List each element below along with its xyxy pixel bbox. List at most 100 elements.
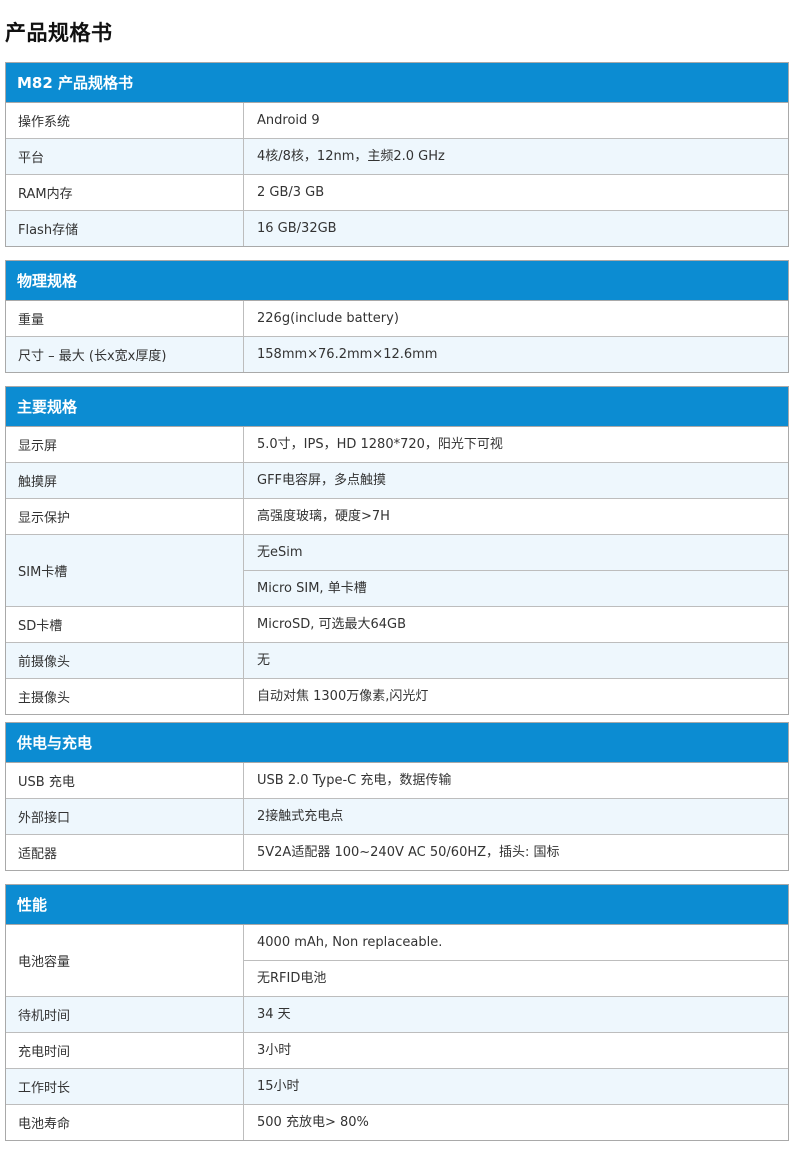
section-header: M82 产品规格书 bbox=[6, 63, 788, 103]
spec-label: 显示屏 bbox=[6, 427, 244, 462]
table-row: RAM内存 2 GB/3 GB bbox=[6, 174, 788, 210]
spec-value: 2 GB/3 GB bbox=[257, 185, 325, 200]
spec-label: SD卡槽 bbox=[6, 607, 244, 642]
spec-value: 高强度玻璃，硬度>7H bbox=[257, 509, 390, 524]
table-row: 前摄像头无 bbox=[6, 642, 788, 678]
spec-value: 4000 mAh, Non replaceable. bbox=[257, 935, 443, 950]
spec-values: 无eSim Micro SIM, 单卡槽 bbox=[244, 535, 788, 606]
spec-value: 自动对焦 1300万像素,闪光灯 bbox=[257, 689, 429, 704]
spec-values: 无 bbox=[244, 643, 788, 678]
spec-values: Android 9 bbox=[244, 103, 788, 138]
spec-values: 158mm×76.2mm×12.6mm bbox=[244, 337, 788, 372]
spec-label: 外部接口 bbox=[6, 799, 244, 834]
spec-value: 无eSim bbox=[257, 545, 303, 560]
table-row: SD卡槽 MicroSD, 可选最大64GB bbox=[6, 606, 788, 642]
spec-value: 2接触式充电点 bbox=[257, 809, 344, 824]
section-performance: 性能 电池容量 4000 mAh, Non replaceable. 无RFID电池待… bbox=[5, 884, 789, 1141]
spec-values: 2 GB/3 GB bbox=[244, 175, 788, 210]
spec-rows: 显示屏 5.0寸，IPS，HD 1280*720，阳光下可视 触摸屏 GFF电容屏，多… bbox=[6, 427, 788, 714]
section-header: 主要规格 bbox=[6, 387, 788, 427]
spec-label: Flash存储 bbox=[6, 211, 244, 246]
section-physical-spec: 物理规格 重量 226g(include battery) 尺寸 – 最大 (长x宽x… bbox=[5, 260, 789, 373]
spec-values: 自动对焦 1300万像素,闪光灯 bbox=[244, 679, 788, 714]
spec-value: 无 bbox=[257, 653, 271, 668]
spec-value: Micro SIM, 单卡槽 bbox=[244, 570, 788, 606]
spec-values: 高强度玻璃，硬度>7H bbox=[244, 499, 788, 534]
spec-value: 4核/8核，12nm，主频2.0 GHz bbox=[257, 149, 445, 164]
spec-values: 4核/8核，12nm，主频2.0 GHz bbox=[244, 139, 788, 174]
table-row: 适配器 5V2A适配器 100~240V AC 50/60HZ，插头: 国标 bbox=[6, 834, 788, 870]
spec-label: 电池寿命 bbox=[6, 1105, 244, 1140]
table-row: 触摸屏 GFF电容屏，多点触摸 bbox=[6, 462, 788, 498]
table-row: 充电时间 3小时 bbox=[6, 1032, 788, 1068]
spec-value: 158mm×76.2mm×12.6mm bbox=[257, 347, 438, 362]
spec-values: 226g(include battery) bbox=[244, 301, 788, 336]
spec-values: 16 GB/32GB bbox=[244, 211, 788, 246]
spec-label: 平台 bbox=[6, 139, 244, 174]
spec-values: 5.0寸，IPS，HD 1280*720，阳光下可视 bbox=[244, 427, 788, 462]
table-row: 平台 4核/8核，12nm，主频2.0 GHz bbox=[6, 138, 788, 174]
section-header: 性能 bbox=[6, 885, 788, 925]
spec-value: MicroSD, 可选最大64GB bbox=[257, 617, 407, 632]
spec-value: 5V2A适配器 100~240V AC 50/60HZ，插头: 国标 bbox=[257, 845, 560, 860]
table-row: 主摄像头 自动对焦 1300万像素,闪光灯 bbox=[6, 678, 788, 714]
spec-values: 4000 mAh, Non replaceable. 无RFID电池 bbox=[244, 925, 788, 996]
spec-value: 16 GB/32GB bbox=[257, 221, 337, 236]
spec-value: 226g(include battery) bbox=[257, 311, 399, 326]
section-main-spec: 主要规格 显示屏 5.0寸，IPS，HD 1280*720，阳光下可视 触摸屏 GFF电… bbox=[5, 386, 789, 715]
table-row: 显示屏 5.0寸，IPS，HD 1280*720，阳光下可视 bbox=[6, 427, 788, 462]
table-row: 工作时长 15小时 bbox=[6, 1068, 788, 1104]
table-row: 电池容量 4000 mAh, Non replaceable. 无RFID电池 bbox=[6, 925, 788, 996]
spec-label: 操作系统 bbox=[6, 103, 244, 138]
table-row: 电池寿命 500 充放电> 80% bbox=[6, 1104, 788, 1140]
spec-label: 前摄像头 bbox=[6, 643, 244, 678]
spec-values: USB 2.0 Type-C 充电，数据传输 bbox=[244, 763, 788, 798]
spec-rows: 重量 226g(include battery) 尺寸 – 最大 (长x宽x厚度) 1… bbox=[6, 301, 788, 372]
section-header: 物理规格 bbox=[6, 261, 788, 301]
spec-label: 工作时长 bbox=[6, 1069, 244, 1104]
section-power-charging: 供电与充电 USB 充电 USB 2.0 Type-C 充电，数据传输 外部接口 2接触… bbox=[5, 722, 789, 871]
spec-label: 适配器 bbox=[6, 835, 244, 870]
spec-value: USB 2.0 Type-C 充电，数据传输 bbox=[257, 773, 452, 788]
spec-values: 500 充放电> 80% bbox=[244, 1105, 788, 1140]
table-row: 重量 226g(include battery) bbox=[6, 301, 788, 336]
table-row: USB 充电 USB 2.0 Type-C 充电，数据传输 bbox=[6, 763, 788, 798]
spec-values: MicroSD, 可选最大64GB bbox=[244, 607, 788, 642]
section-header: 供电与充电 bbox=[6, 723, 788, 763]
spec-value: 15小时 bbox=[257, 1079, 300, 1094]
table-row: 操作系统 Android 9 bbox=[6, 103, 788, 138]
spec-values: 15小时 bbox=[244, 1069, 788, 1104]
section-m82-spec: M82 产品规格书 操作系统 Android 9 平台 4核/8核，12nm，主频2.0… bbox=[5, 62, 789, 247]
spec-value: Android 9 bbox=[257, 113, 320, 128]
spec-value: 500 充放电> 80% bbox=[257, 1115, 369, 1130]
spec-values: 2接触式充电点 bbox=[244, 799, 788, 834]
page-title: 产品规格书 bbox=[5, 21, 113, 45]
spec-values: 5V2A适配器 100~240V AC 50/60HZ，插头: 国标 bbox=[244, 835, 788, 870]
table-row: 待机时间 34 天 bbox=[6, 996, 788, 1032]
spec-rows: USB 充电 USB 2.0 Type-C 充电，数据传输 外部接口 2接触式充电点适… bbox=[6, 763, 788, 870]
spec-value: GFF电容屏，多点触摸 bbox=[257, 473, 387, 488]
spec-values: 34 天 bbox=[244, 997, 788, 1032]
spec-rows: 操作系统 Android 9 平台 4核/8核，12nm，主频2.0 GHz RAM内存… bbox=[6, 103, 788, 246]
spec-label: 待机时间 bbox=[6, 997, 244, 1032]
spec-label: 触摸屏 bbox=[6, 463, 244, 498]
spec-value: 3小时 bbox=[257, 1043, 292, 1058]
table-row: 显示保护 高强度玻璃，硬度>7H bbox=[6, 498, 788, 534]
spec-value: 34 天 bbox=[257, 1007, 291, 1022]
spec-label: 主摄像头 bbox=[6, 679, 244, 714]
spec-label: 电池容量 bbox=[6, 925, 244, 996]
spec-values: GFF电容屏，多点触摸 bbox=[244, 463, 788, 498]
table-row: 外部接口 2接触式充电点 bbox=[6, 798, 788, 834]
spec-rows: 电池容量 4000 mAh, Non replaceable. 无RFID电池 待机时… bbox=[6, 925, 788, 1140]
spec-label: 充电时间 bbox=[6, 1033, 244, 1068]
spec-value: 5.0寸，IPS，HD 1280*720，阳光下可视 bbox=[257, 437, 503, 452]
spec-value: 无RFID电池 bbox=[244, 960, 788, 996]
table-row: SIM卡槽 无eSim Micro SIM, 单卡槽 bbox=[6, 534, 788, 606]
table-row: 尺寸 – 最大 (长x宽x厚度) 158mm×76.2mm×12.6mm bbox=[6, 336, 788, 372]
table-row: Flash存储 16 GB/32GB bbox=[6, 210, 788, 246]
spec-label: 显示保护 bbox=[6, 499, 244, 534]
spec-label: USB 充电 bbox=[6, 763, 244, 798]
spec-label: RAM内存 bbox=[6, 175, 244, 210]
spec-label: 重量 bbox=[6, 301, 244, 336]
spec-values: 3小时 bbox=[244, 1033, 788, 1068]
